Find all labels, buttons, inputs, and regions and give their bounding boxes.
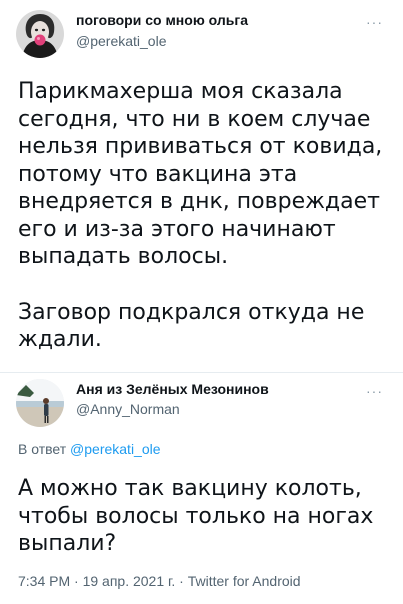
- avatar-beach-photo-icon: [16, 379, 64, 427]
- tweet-timestamp[interactable]: 7:34 PM · 19 апр. 2021 г. · Twitter for …: [18, 573, 301, 589]
- tweet-original: поговори со мною ольга @perekati_ole ···…: [0, 0, 403, 372]
- author-handle[interactable]: @Anny_Norman: [76, 401, 180, 417]
- author-handle[interactable]: @perekati_ole: [76, 33, 167, 49]
- tweet-paragraph: Заговор подкрался откуда не ждали.: [18, 299, 365, 353]
- avatar[interactable]: [16, 10, 64, 58]
- author-name[interactable]: Аня из Зелёных Мезонинов: [76, 381, 269, 397]
- avatar[interactable]: [16, 379, 64, 427]
- reply-handle-link[interactable]: @perekati_ole: [70, 441, 161, 457]
- tweet-paragraph: А можно так вакцину колоть, чтобы волосы…: [18, 476, 374, 556]
- author-name[interactable]: поговори со мною ольга: [76, 12, 248, 28]
- tweet-paragraph: Парикмахерша моя сказала сегодня, что ни…: [18, 79, 383, 269]
- more-options-button[interactable]: ···: [366, 14, 383, 30]
- more-options-button[interactable]: ···: [366, 383, 383, 399]
- reply-prefix: В ответ: [18, 441, 67, 457]
- reply-context: В ответ @perekati_ole: [18, 441, 161, 457]
- tweet-text: Парикмахерша моя сказала сегодня, что ни…: [18, 78, 390, 354]
- tweet-text: А можно так вакцину колоть, чтобы волосы…: [18, 475, 390, 558]
- avatar-portrait-icon: [16, 10, 64, 58]
- tweet-reply: Аня из Зелёных Мезонинов @Anny_Norman ··…: [0, 373, 403, 604]
